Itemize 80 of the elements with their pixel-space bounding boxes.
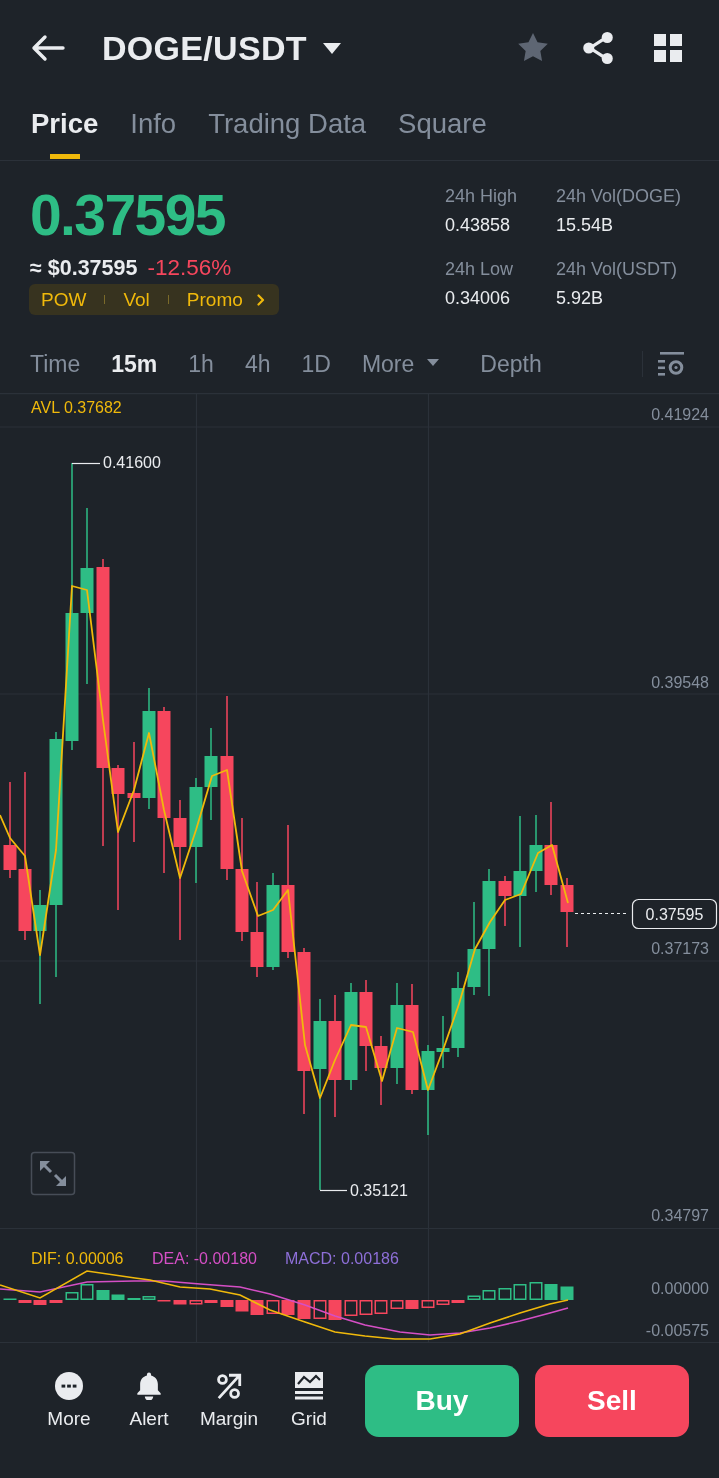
action-button[interactable]: Alert	[114, 1365, 184, 1430]
histogram-bar	[359, 1300, 373, 1315]
stat-label: 24h High	[445, 185, 519, 208]
stat-label: 24h Low	[445, 258, 515, 281]
stat-value: 15.54B	[556, 214, 615, 237]
fiat-price: ≈ $0.37595	[30, 256, 138, 280]
histogram-bar	[390, 1300, 404, 1309]
price-axis-label: 0.34797	[651, 1207, 709, 1224]
macd-axis-label: -0.00575	[645, 1322, 709, 1339]
stat-label: 24h Vol(USDT)	[556, 258, 679, 281]
histogram-bar	[405, 1300, 419, 1309]
interval-option[interactable]: 4h	[244, 350, 271, 378]
tag-label: Promo	[186, 288, 243, 311]
bell-icon	[135, 1372, 163, 1400]
candle	[374, 1036, 388, 1105]
macd-axis-label: 0.00000	[651, 1280, 709, 1297]
action-button[interactable]: Grid	[274, 1365, 344, 1430]
chevron-icon	[256, 293, 265, 306]
interval-option[interactable]: Depth	[480, 350, 542, 378]
action-button[interactable]: Margin	[194, 1365, 264, 1430]
percent-arrow-icon	[215, 1372, 243, 1400]
histogram-bar	[281, 1300, 295, 1315]
histogram-bar	[374, 1300, 388, 1314]
stat-value: 0.34006	[445, 287, 512, 310]
average-price-label: AVL 0.37682	[31, 399, 122, 416]
histogram-bar	[173, 1300, 187, 1305]
histogram-bar	[266, 1300, 280, 1314]
tag-label: POW	[41, 288, 87, 311]
pair-title[interactable]: DOGE/USDT	[102, 27, 307, 68]
histogram-bar	[313, 1300, 327, 1319]
star-icon[interactable]	[517, 32, 549, 63]
high-price-label: 0.41600	[103, 454, 161, 471]
tab[interactable]: Square	[398, 95, 487, 160]
histogram-bar	[513, 1284, 527, 1300]
dea-value: DEA: -0.00180	[152, 1250, 257, 1267]
action-button[interactable]: More	[34, 1365, 104, 1430]
back-icon[interactable]	[31, 33, 65, 62]
sell-button[interactable]: Sell	[535, 1365, 689, 1437]
tab[interactable]: Price	[31, 95, 99, 160]
interval-option[interactable]: 1D	[301, 350, 331, 378]
macd-value: MACD: 0.00186	[285, 1250, 399, 1267]
grid-icon[interactable]	[654, 33, 682, 62]
buy-button[interactable]: Buy	[365, 1365, 519, 1437]
price-axis-label: 0.41924	[651, 406, 709, 423]
histogram-bar	[544, 1284, 558, 1300]
leader-line	[71, 462, 101, 465]
histogram-bar	[498, 1288, 512, 1300]
tab[interactable]: Trading Data	[208, 95, 367, 160]
caret-icon	[427, 358, 440, 367]
caret-icon[interactable]	[322, 42, 341, 55]
tag-label: Vol	[123, 288, 150, 311]
settings-icon[interactable]	[658, 352, 684, 376]
dif-value: DIF: 0.00006	[31, 1250, 124, 1267]
expand-icon[interactable]	[30, 1151, 76, 1196]
chart-icon	[295, 1372, 323, 1400]
histogram-bar	[328, 1300, 342, 1320]
last-price: 0.37595	[30, 186, 225, 244]
last-price-line	[574, 912, 629, 915]
tab[interactable]: Info	[130, 95, 177, 160]
interval-option[interactable]: More	[361, 350, 440, 378]
stat-value: 0.43858	[445, 214, 512, 237]
last-price-tag: 0.37595	[631, 898, 718, 930]
tag-bar[interactable]: POW Vol Promo	[29, 284, 279, 315]
histogram-bar	[529, 1282, 543, 1300]
leader-line	[319, 1189, 348, 1192]
stat-value: 5.92B	[556, 287, 605, 310]
price-change: -12.56%	[147, 256, 232, 280]
low-price-label: 0.35121	[350, 1182, 408, 1199]
more-icon	[55, 1372, 83, 1400]
price-axis-label: 0.39548	[651, 674, 709, 691]
histogram-bar	[560, 1286, 574, 1300]
share-icon[interactable]	[583, 31, 613, 64]
candle	[560, 878, 574, 947]
price-axis-label: 0.37173	[651, 940, 709, 957]
interval-option[interactable]: Time	[30, 350, 81, 378]
interval-option[interactable]: 1h	[188, 350, 214, 378]
histogram-bar	[49, 1300, 63, 1303]
stat-label: 24h Vol(DOGE)	[556, 185, 683, 208]
interval-option[interactable]: 15m	[111, 350, 158, 378]
histogram-bar	[344, 1300, 358, 1316]
